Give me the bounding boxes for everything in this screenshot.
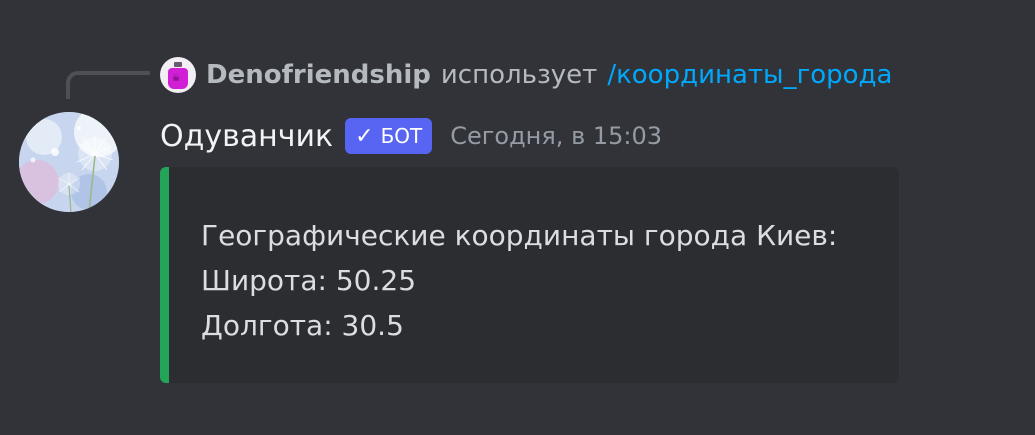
embed-description-line: Географические координаты города Киев: xyxy=(201,219,838,252)
slash-command-link[interactable]: /координаты_города xyxy=(607,60,892,90)
reply-connector-line xyxy=(66,71,150,99)
embed-longitude-line: Долгота: 30.5 xyxy=(201,309,404,342)
dandelion-avatar-icon xyxy=(19,112,119,212)
embed-latitude-line: Широта: 50.25 xyxy=(201,264,417,297)
reply-user-avatar[interactable]: ☠ xyxy=(160,57,196,93)
bot-tag-label: БОТ xyxy=(380,124,423,148)
check-icon: ✓ xyxy=(355,123,374,149)
reply-action-text: использует xyxy=(440,60,598,90)
bot-avatar[interactable] xyxy=(19,112,119,212)
skull-face-icon: ☠ xyxy=(172,74,181,84)
message-header: Одуванчик ✓ БОТ Сегодня, в 15:03 xyxy=(160,115,662,157)
bottle-cap-icon xyxy=(174,62,182,67)
reply-context[interactable]: ☠ Denofriendship использует /координаты_… xyxy=(160,57,892,93)
message-timestamp[interactable]: Сегодня, в 15:03 xyxy=(450,122,662,150)
message-embed: Географические координаты города Киев: Ш… xyxy=(160,167,899,383)
author-name[interactable]: Одуванчик xyxy=(160,119,333,154)
reply-username[interactable]: Denofriendship xyxy=(206,60,431,90)
bot-tag: ✓ БОТ xyxy=(345,118,433,154)
